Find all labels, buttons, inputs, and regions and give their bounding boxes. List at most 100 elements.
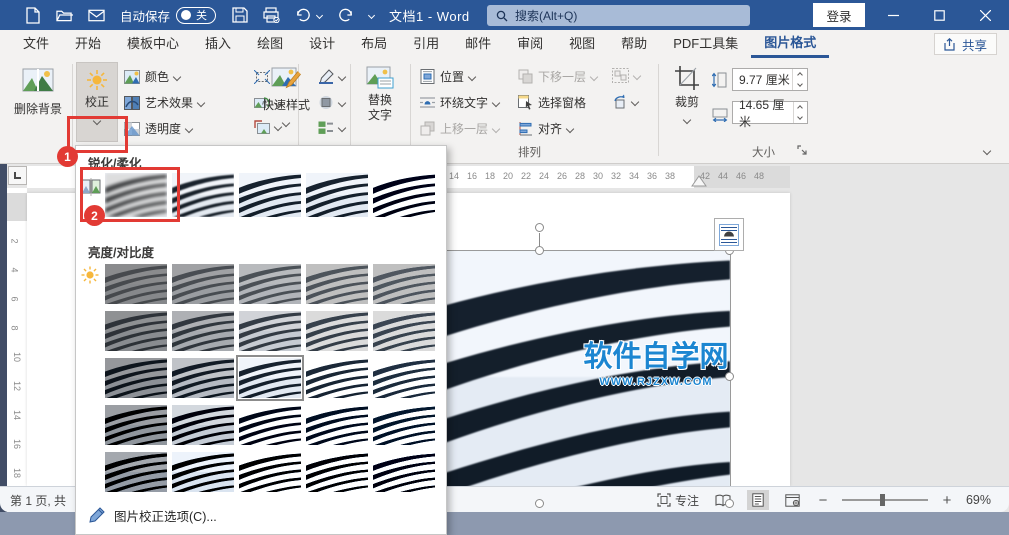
tab-图片格式[interactable]: 图片格式	[751, 30, 830, 58]
tab-插入[interactable]: 插入	[192, 30, 244, 58]
close-button[interactable]	[962, 0, 1008, 30]
picture-corrections-options-item[interactable]: 图片校正选项(C)...	[76, 501, 446, 529]
tab-帮助[interactable]: 帮助	[608, 30, 660, 58]
brightness-contrast-option-r4-c4[interactable]	[306, 405, 368, 445]
brightness-contrast-option-r3-c4[interactable]	[306, 358, 368, 398]
tab-引用[interactable]: 引用	[400, 30, 452, 58]
brightness-contrast-option-r1-c3[interactable]	[239, 264, 301, 304]
shape-height-spinner[interactable]	[792, 69, 807, 90]
brightness-contrast-option-r3-c3[interactable]	[239, 358, 301, 398]
remove-background-button[interactable]: 删除背景	[8, 64, 68, 117]
rotate-button[interactable]	[612, 94, 640, 109]
brightness-contrast-option-r4-c5[interactable]	[373, 405, 435, 445]
brightness-contrast-option-r1-c2[interactable]	[172, 264, 234, 304]
zoom-slider-thumb[interactable]	[879, 494, 885, 506]
sharpen-option-3[interactable]	[239, 173, 301, 217]
artistic-effects-button[interactable]: 艺术效果	[124, 94, 206, 111]
quick-styles-button[interactable]: 快速样式	[258, 64, 314, 128]
sharpen-option-1[interactable]	[105, 173, 167, 217]
brightness-contrast-option-r5-c1[interactable]	[105, 452, 167, 492]
tab-视图[interactable]: 视图	[556, 30, 608, 58]
align-button[interactable]: 对齐	[518, 120, 575, 137]
autosave-switch[interactable]: 关	[176, 6, 217, 24]
save-icon[interactable]	[231, 7, 248, 24]
rotate-handle[interactable]	[535, 223, 544, 232]
position-button[interactable]: 位置	[420, 68, 477, 85]
picture-effects-button[interactable]	[318, 95, 347, 110]
brightness-contrast-option-r2-c1[interactable]	[105, 311, 167, 351]
brightness-contrast-option-r5-c5[interactable]	[373, 452, 435, 492]
print-layout-button[interactable]	[746, 490, 769, 510]
tab-绘图[interactable]: 绘图	[244, 30, 296, 58]
brightness-contrast-option-r4-c1[interactable]	[105, 405, 167, 445]
collapse-ribbon-icon[interactable]	[982, 146, 992, 156]
brightness-contrast-option-r2-c3[interactable]	[239, 311, 301, 351]
zoom-percent[interactable]: 69%	[966, 493, 991, 507]
tab-PDF工具集[interactable]: PDF工具集	[660, 30, 751, 58]
brightness-contrast-option-r3-c5[interactable]	[373, 358, 435, 398]
brightness-contrast-option-r4-c3[interactable]	[239, 405, 301, 445]
tab-邮件[interactable]: 邮件	[452, 30, 504, 58]
tab-stop-selector[interactable]	[8, 166, 27, 185]
layout-options-button[interactable]	[714, 218, 744, 251]
picture-layout-button[interactable]	[318, 120, 347, 135]
transparency-button[interactable]: 透明度	[124, 120, 194, 137]
zoom-out-button[interactable]: −	[817, 492, 829, 509]
brightness-contrast-option-r1-c1[interactable]	[105, 264, 167, 304]
resize-handle-bottom[interactable]	[535, 499, 544, 508]
color-button[interactable]: 颜色	[124, 68, 182, 85]
autosave-toggle[interactable]: 自动保存 关	[120, 6, 217, 25]
sharpen-option-2[interactable]	[172, 173, 234, 217]
search-input[interactable]: 搜索(Alt+Q)	[487, 5, 750, 26]
brightness-contrast-option-r2-c2[interactable]	[172, 311, 234, 351]
alt-text-button[interactable]: 替换文字	[356, 64, 404, 123]
brightness-contrast-option-r2-c5[interactable]	[373, 311, 435, 351]
redo-icon[interactable]	[337, 7, 354, 24]
open-folder-icon[interactable]	[56, 7, 73, 24]
size-dialog-launcher-icon[interactable]	[797, 145, 807, 155]
brightness-contrast-option-r3-c2[interactable]	[172, 358, 234, 398]
tab-设计[interactable]: 设计	[296, 30, 348, 58]
brightness-contrast-option-r5-c4[interactable]	[306, 452, 368, 492]
sharpen-option-5[interactable]	[373, 173, 435, 217]
quick-print-icon[interactable]	[263, 7, 280, 24]
zoom-in-button[interactable]: +	[941, 492, 953, 509]
focus-mode-button[interactable]: 专注	[657, 492, 699, 509]
sharpen-option-4[interactable]	[306, 173, 368, 217]
brightness-contrast-option-r5-c2[interactable]	[172, 452, 234, 492]
tab-审阅[interactable]: 审阅	[504, 30, 556, 58]
selection-pane-button[interactable]: 选择窗格	[518, 94, 586, 111]
tab-开始[interactable]: 开始	[62, 30, 114, 58]
email-icon[interactable]	[88, 7, 105, 24]
corrections-button[interactable]: 校正	[76, 62, 118, 142]
resize-handle-top[interactable]	[535, 246, 544, 255]
new-document-icon[interactable]	[24, 6, 41, 24]
shape-height-field[interactable]: 9.77 厘米	[732, 68, 808, 91]
shape-width-field[interactable]: 14.65 厘米	[732, 98, 808, 129]
brightness-contrast-option-r1-c4[interactable]	[306, 264, 368, 304]
brightness-contrast-option-r3-c1[interactable]	[105, 358, 167, 398]
signin-button[interactable]: 登录	[813, 3, 865, 27]
resize-handle-right[interactable]	[725, 372, 734, 381]
picture-border-button[interactable]	[318, 69, 347, 84]
zoom-slider[interactable]	[841, 494, 928, 506]
shape-width-spinner[interactable]	[792, 102, 807, 123]
qat-overflow-icon[interactable]	[367, 11, 376, 19]
vertical-ruler[interactable]: 2 4 6 8 10 12 14 16 18	[7, 188, 27, 486]
share-button[interactable]: 共享	[933, 33, 997, 55]
brightness-contrast-option-r2-c4[interactable]	[306, 311, 368, 351]
tab-模板中心[interactable]: 模板中心	[114, 30, 192, 58]
tab-文件[interactable]: 文件	[10, 30, 62, 58]
minimize-button[interactable]	[870, 0, 916, 30]
brightness-contrast-option-r4-c2[interactable]	[172, 405, 234, 445]
wrap-text-button[interactable]: 环绕文字	[420, 94, 501, 111]
tab-布局[interactable]: 布局	[348, 30, 400, 58]
resize-handle-bottom-right[interactable]	[725, 499, 734, 508]
crop-button[interactable]: 裁剪	[666, 64, 708, 125]
undo-icon[interactable]	[295, 7, 312, 24]
page-indicator[interactable]: 第 1 页, 共	[10, 492, 66, 509]
web-layout-button[interactable]	[782, 490, 804, 510]
corrections-dropdown-arrow[interactable]	[92, 117, 102, 126]
undo-dropdown-icon[interactable]	[315, 11, 324, 19]
maximize-button[interactable]	[916, 0, 962, 30]
